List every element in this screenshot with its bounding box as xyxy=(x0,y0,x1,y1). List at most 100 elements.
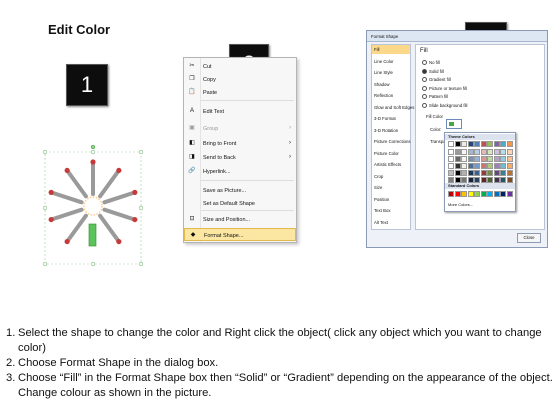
theme-color-swatch[interactable] xyxy=(448,149,454,155)
theme-color-swatch[interactable] xyxy=(474,141,480,147)
theme-color-swatch[interactable] xyxy=(454,170,461,176)
resize-handle[interactable] xyxy=(138,205,144,211)
close-button[interactable]: Close xyxy=(517,233,541,243)
theme-color-swatch[interactable] xyxy=(480,156,487,162)
fill-option-radio[interactable]: Slide background fill xyxy=(422,103,467,108)
theme-color-swatch[interactable] xyxy=(487,163,493,169)
theme-color-swatch[interactable] xyxy=(454,177,461,183)
fill-option-radio[interactable]: No fill xyxy=(422,60,440,66)
theme-color-swatch[interactable] xyxy=(467,170,474,176)
theme-color-swatch[interactable] xyxy=(480,141,487,147)
theme-color-swatch[interactable] xyxy=(448,177,454,183)
category-item[interactable]: Size xyxy=(374,185,382,190)
rotate-handle[interactable] xyxy=(90,144,96,150)
theme-color-swatch[interactable] xyxy=(474,163,480,169)
theme-color-swatch[interactable] xyxy=(467,156,474,162)
menu-item[interactable]: ▣ Group › xyxy=(184,122,296,135)
theme-color-swatch[interactable] xyxy=(454,156,461,162)
standard-color-swatch[interactable] xyxy=(448,191,454,197)
theme-color-swatch[interactable] xyxy=(467,149,474,155)
menu-item[interactable]: Set as Default Shape xyxy=(184,197,296,210)
theme-color-swatch[interactable] xyxy=(461,156,467,162)
standard-color-swatch[interactable] xyxy=(480,191,487,197)
theme-color-swatch[interactable] xyxy=(493,141,500,147)
standard-color-swatch[interactable] xyxy=(474,191,480,197)
theme-color-swatch[interactable] xyxy=(480,163,487,169)
theme-color-swatch[interactable] xyxy=(461,163,467,169)
theme-color-swatch[interactable] xyxy=(500,149,506,155)
menu-item[interactable]: ◧ Bring to Front › xyxy=(184,137,296,150)
color-dropdown-button[interactable] xyxy=(446,119,462,129)
theme-color-swatch[interactable] xyxy=(487,141,493,147)
theme-color-swatch[interactable] xyxy=(506,177,513,183)
menu-item[interactable]: Save as Picture... xyxy=(184,184,296,197)
resize-handle[interactable] xyxy=(138,149,144,155)
theme-color-swatch[interactable] xyxy=(493,177,500,183)
resize-handle[interactable] xyxy=(42,205,48,211)
theme-color-swatch[interactable] xyxy=(467,163,474,169)
theme-color-swatch[interactable] xyxy=(448,163,454,169)
fill-option-radio[interactable]: Solid fill xyxy=(422,69,444,74)
standard-color-swatch[interactable] xyxy=(500,191,506,197)
theme-color-swatch[interactable] xyxy=(467,141,474,147)
category-item[interactable]: Shadow xyxy=(374,82,390,87)
theme-color-swatch[interactable] xyxy=(500,163,506,169)
category-item[interactable]: 3-D Rotation xyxy=(374,128,398,133)
theme-color-swatch[interactable] xyxy=(474,170,480,176)
theme-color-swatch[interactable] xyxy=(448,170,454,176)
theme-color-swatch[interactable] xyxy=(487,177,493,183)
menu-item[interactable]: ❐ Copy xyxy=(184,73,296,86)
theme-color-swatch[interactable] xyxy=(454,163,461,169)
theme-color-swatch[interactable] xyxy=(448,156,454,162)
resize-handle[interactable] xyxy=(138,261,144,267)
resize-handle[interactable] xyxy=(90,149,96,155)
resize-handle[interactable] xyxy=(42,149,48,155)
category-item[interactable]: 3-D Format xyxy=(374,116,396,121)
theme-color-swatch[interactable] xyxy=(467,177,474,183)
category-item[interactable]: Line Color xyxy=(374,59,394,64)
theme-color-swatch[interactable] xyxy=(454,141,461,147)
menu-item[interactable]: 📋 Paste xyxy=(184,86,296,99)
resize-handle[interactable] xyxy=(90,261,96,267)
menu-item[interactable]: 🔗 Hyperlink... xyxy=(184,165,296,178)
theme-color-swatch[interactable] xyxy=(461,149,467,155)
theme-color-swatch[interactable] xyxy=(461,170,467,176)
theme-color-swatch[interactable] xyxy=(500,141,506,147)
theme-color-swatch[interactable] xyxy=(493,163,500,169)
theme-color-swatch[interactable] xyxy=(474,156,480,162)
theme-color-swatch[interactable] xyxy=(506,163,513,169)
category-item[interactable]: Line Style xyxy=(374,70,393,75)
category-item[interactable]: Reflection xyxy=(374,93,393,98)
category-item[interactable]: Fill xyxy=(374,47,380,52)
category-item[interactable]: Picture Corrections xyxy=(374,139,411,144)
menu-item[interactable]: ◨ Send to Back › xyxy=(184,151,296,164)
category-item[interactable]: Alt Text xyxy=(374,220,388,225)
fill-option-radio[interactable]: Pattern fill xyxy=(422,94,448,100)
theme-color-swatch[interactable] xyxy=(493,170,500,176)
menu-item[interactable]: ✂ Cut xyxy=(184,60,296,73)
theme-color-swatch[interactable] xyxy=(461,141,467,147)
standard-color-swatch[interactable] xyxy=(461,191,467,197)
standard-color-swatch[interactable] xyxy=(454,191,461,197)
theme-color-swatch[interactable] xyxy=(480,177,487,183)
menu-item[interactable]: ◆ Format Shape... xyxy=(184,228,296,241)
category-item[interactable]: Crop xyxy=(374,174,383,179)
more-colors-link[interactable]: More Colors... xyxy=(448,202,473,207)
standard-color-swatch[interactable] xyxy=(487,191,493,197)
category-item[interactable]: Picture Color xyxy=(374,151,399,156)
theme-color-swatch[interactable] xyxy=(461,177,467,183)
standard-color-swatch[interactable] xyxy=(467,191,474,197)
theme-color-swatch[interactable] xyxy=(506,170,513,176)
fill-option-radio[interactable]: Picture or texture fill xyxy=(422,86,467,91)
theme-color-swatch[interactable] xyxy=(487,149,493,155)
theme-color-swatch[interactable] xyxy=(480,170,487,176)
category-item[interactable]: Text Box xyxy=(374,208,390,213)
theme-color-swatch[interactable] xyxy=(493,156,500,162)
category-item[interactable]: Artistic Effects xyxy=(374,162,401,167)
theme-color-swatch[interactable] xyxy=(480,149,487,155)
selected-pencil[interactable] xyxy=(88,223,97,247)
category-item[interactable]: Glow and Soft Edges xyxy=(374,105,414,110)
theme-color-swatch[interactable] xyxy=(500,156,506,162)
fill-option-radio[interactable]: Gradient fill xyxy=(422,77,451,83)
theme-color-swatch[interactable] xyxy=(506,156,513,162)
